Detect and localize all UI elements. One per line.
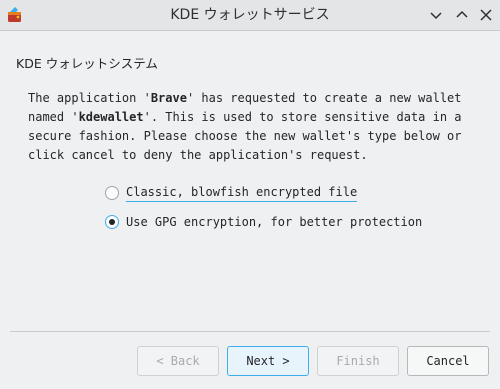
radio-label-gpg[interactable]: Use GPG encryption, for better protectio… (126, 215, 422, 229)
maximize-button[interactable] (452, 5, 472, 25)
minimize-button[interactable] (426, 5, 446, 25)
title-bar[interactable]: KDE ウォレットサービス (0, 0, 500, 31)
window-title: KDE ウォレットサービス (170, 7, 330, 23)
radio-gpg-encryption[interactable]: Use GPG encryption, for better protectio… (105, 212, 422, 232)
radio-classic-blowfish[interactable]: Classic, blowfish encrypted file (105, 183, 358, 203)
wizard-page: KDE ウォレットシステム The application 'Brave' ha… (0, 31, 500, 389)
section-title: KDE ウォレットシステム (16, 56, 158, 71)
description-part1: The application ' (28, 91, 151, 105)
chevron-down-icon (430, 12, 442, 20)
back-button[interactable]: < Back (137, 346, 219, 376)
finish-button[interactable]: Finish (317, 346, 399, 376)
button-separator (10, 331, 490, 332)
next-button[interactable]: Next > (227, 346, 309, 376)
radio-button-checked[interactable] (105, 215, 119, 229)
close-button[interactable] (476, 5, 496, 25)
wallet-name: kdewallet (78, 110, 144, 124)
radio-button-unchecked[interactable] (105, 186, 119, 200)
close-icon (480, 9, 492, 21)
radio-label-classic[interactable]: Classic, blowfish encrypted file (126, 185, 358, 202)
chevron-up-icon (456, 10, 468, 18)
cancel-button[interactable]: Cancel (407, 346, 489, 376)
description-text: The application 'Brave' has requested to… (28, 89, 468, 165)
application-name: Brave (150, 91, 187, 105)
